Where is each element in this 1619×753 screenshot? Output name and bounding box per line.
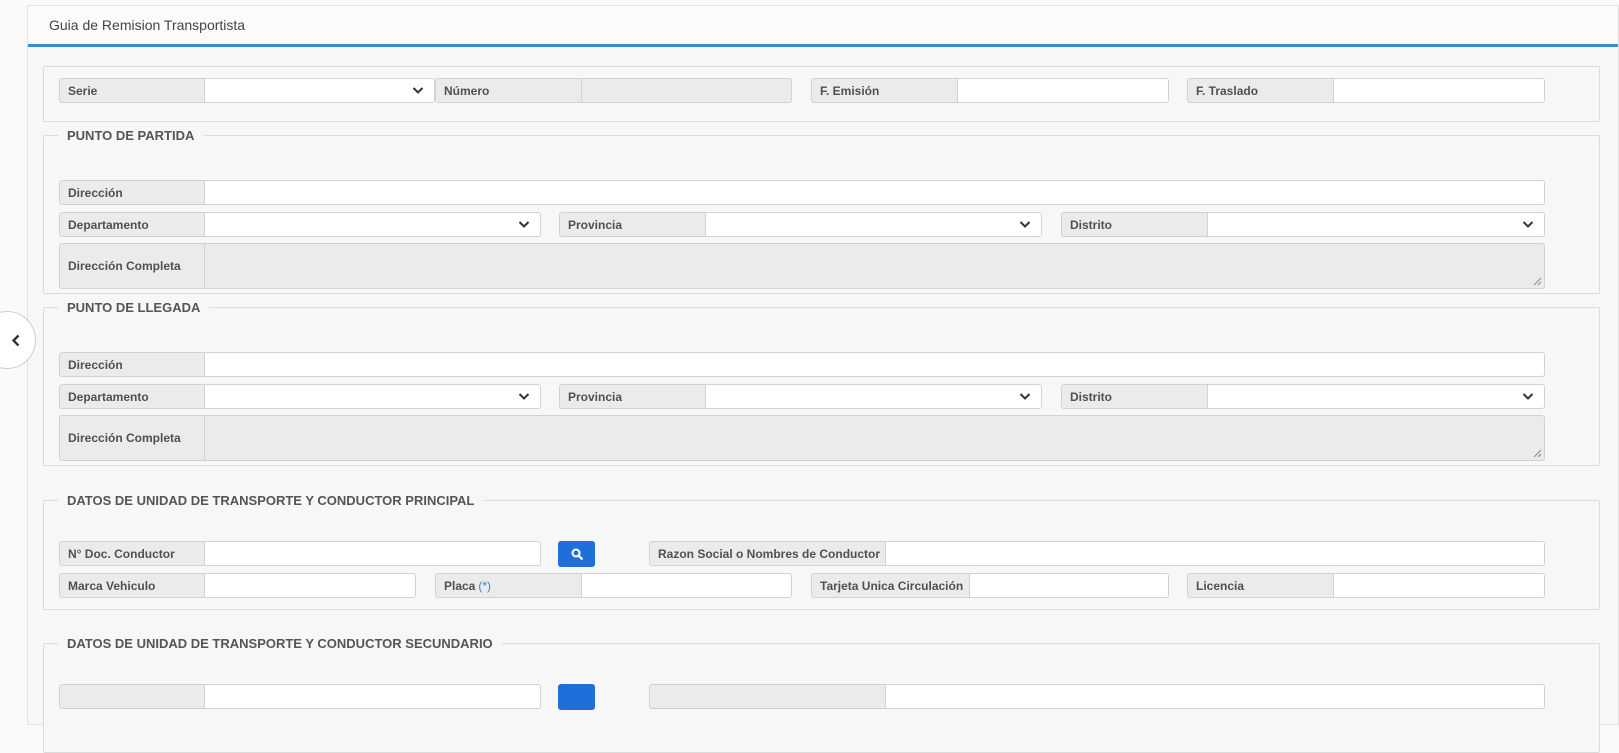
header-fields-box: Serie Número F. Emisión F. Traslado	[43, 66, 1600, 122]
chevron-down-icon	[518, 221, 530, 228]
search-icon	[571, 548, 583, 560]
resize-handle-icon	[1533, 449, 1542, 458]
llegada-provincia-label: Provincia	[559, 384, 705, 409]
llegada-departamento-select[interactable]	[204, 384, 541, 409]
llegada-completa-label: Dirección Completa	[59, 415, 204, 461]
razon-social-group: Razon Social o Nombres de Conductor	[649, 541, 1545, 566]
secundario-doc-input[interactable]	[204, 684, 541, 709]
doc-conductor-input[interactable]	[204, 541, 541, 566]
partida-completa-label: Dirección Completa	[59, 243, 204, 289]
licencia-group: Licencia	[1187, 573, 1545, 598]
marca-vehiculo-group: Marca Vehiculo	[59, 573, 416, 598]
partida-provincia-group: Provincia	[559, 212, 1042, 237]
placa-input[interactable]	[581, 573, 792, 598]
partida-box: PUNTO DE PARTIDA Dirección Departamento …	[43, 128, 1600, 294]
panel-title: Guia de Remision Transportista	[49, 17, 246, 33]
placa-required-marker: (*)	[478, 578, 492, 593]
llegada-provincia-group: Provincia	[559, 384, 1042, 409]
llegada-departamento-label: Departamento	[59, 384, 204, 409]
partida-distrito-label: Distrito	[1061, 212, 1207, 237]
marca-vehiculo-label: Marca Vehiculo	[59, 573, 204, 598]
licencia-input[interactable]	[1333, 573, 1545, 598]
principal-legend: DATOS DE UNIDAD DE TRANSPORTE Y CONDUCTO…	[67, 493, 475, 508]
traslado-label: F. Traslado	[1187, 78, 1333, 103]
partida-legend: PUNTO DE PARTIDA	[67, 128, 195, 143]
llegada-direccion-label: Dirección	[59, 352, 204, 377]
llegada-distrito-select[interactable]	[1207, 384, 1545, 409]
chevron-down-icon	[518, 393, 530, 400]
serie-select[interactable]	[204, 78, 435, 103]
marca-vehiculo-input[interactable]	[204, 573, 416, 598]
partida-departamento-group: Departamento	[59, 212, 541, 237]
llegada-direccion-input[interactable]	[204, 352, 1545, 377]
principal-box: DATOS DE UNIDAD DE TRANSPORTE Y CONDUCTO…	[43, 493, 1600, 610]
chevron-down-icon	[1522, 393, 1534, 400]
secundario-doc-label	[59, 684, 204, 709]
secundario-doc-group	[59, 684, 541, 709]
llegada-departamento-group: Departamento	[59, 384, 541, 409]
tarjeta-circulacion-input[interactable]	[969, 573, 1169, 598]
razon-social-label: Razon Social o Nombres de Conductor	[649, 541, 885, 566]
emision-label: F. Emisión	[811, 78, 957, 103]
tarjeta-circulacion-group: Tarjeta Unica Circulación	[811, 573, 1169, 598]
partida-direccion-label: Dirección	[59, 180, 204, 205]
tarjeta-circulacion-label: Tarjeta Unica Circulación	[811, 573, 969, 598]
emision-group: F. Emisión	[811, 78, 1169, 103]
chevron-left-icon	[11, 334, 20, 346]
traslado-input[interactable]	[1333, 78, 1545, 103]
doc-conductor-group: N° Doc. Conductor	[59, 541, 541, 566]
partida-provincia-select[interactable]	[705, 212, 1042, 237]
secundario-box: DATOS DE UNIDAD DE TRANSPORTE Y CONDUCTO…	[43, 636, 1600, 753]
emision-input[interactable]	[957, 78, 1169, 103]
partida-distrito-group: Distrito	[1061, 212, 1545, 237]
llegada-box: PUNTO DE LLEGADA Dirección Departamento …	[43, 300, 1600, 466]
secundario-razon-label	[649, 684, 885, 709]
secundario-razon-input[interactable]	[885, 684, 1545, 709]
partida-completa-group: Dirección Completa	[59, 243, 1545, 289]
panel-header: Guia de Remision Transportista	[28, 6, 1618, 47]
partida-departamento-label: Departamento	[59, 212, 204, 237]
serie-label: Serie	[59, 78, 204, 103]
doc-conductor-label: N° Doc. Conductor	[59, 541, 204, 566]
chevron-down-icon	[412, 87, 424, 94]
placa-label: Placa (*)	[435, 573, 581, 598]
partida-provincia-label: Provincia	[559, 212, 705, 237]
chevron-down-icon	[1019, 393, 1031, 400]
search-conductor-secundario-button[interactable]	[558, 684, 595, 710]
numero-group: Número	[435, 78, 792, 103]
llegada-direccion-group: Dirección	[59, 352, 1545, 377]
llegada-completa-textarea	[204, 415, 1545, 461]
serie-group: Serie	[59, 78, 435, 103]
chevron-down-icon	[1522, 221, 1534, 228]
licencia-label: Licencia	[1187, 573, 1333, 598]
search-conductor-button[interactable]	[558, 541, 595, 567]
partida-distrito-select[interactable]	[1207, 212, 1545, 237]
secundario-razon-group	[649, 684, 1545, 709]
numero-label: Número	[435, 78, 581, 103]
razon-social-input[interactable]	[885, 541, 1545, 566]
numero-input	[581, 78, 792, 103]
partida-completa-textarea	[204, 243, 1545, 289]
llegada-distrito-label: Distrito	[1061, 384, 1207, 409]
traslado-group: F. Traslado	[1187, 78, 1545, 103]
partida-direccion-group: Dirección	[59, 180, 1545, 205]
llegada-legend: PUNTO DE LLEGADA	[67, 300, 201, 315]
llegada-distrito-group: Distrito	[1061, 384, 1545, 409]
chevron-down-icon	[1019, 221, 1031, 228]
guia-remision-panel: Guia de Remision Transportista Serie Núm…	[27, 5, 1619, 753]
resize-handle-icon	[1533, 277, 1542, 286]
llegada-completa-group: Dirección Completa	[59, 415, 1545, 461]
secundario-legend: DATOS DE UNIDAD DE TRANSPORTE Y CONDUCTO…	[67, 636, 493, 651]
llegada-provincia-select[interactable]	[705, 384, 1042, 409]
partida-departamento-select[interactable]	[204, 212, 541, 237]
partida-direccion-input[interactable]	[204, 180, 1545, 205]
placa-group: Placa (*)	[435, 573, 792, 598]
placa-label-text: Placa	[444, 578, 476, 593]
